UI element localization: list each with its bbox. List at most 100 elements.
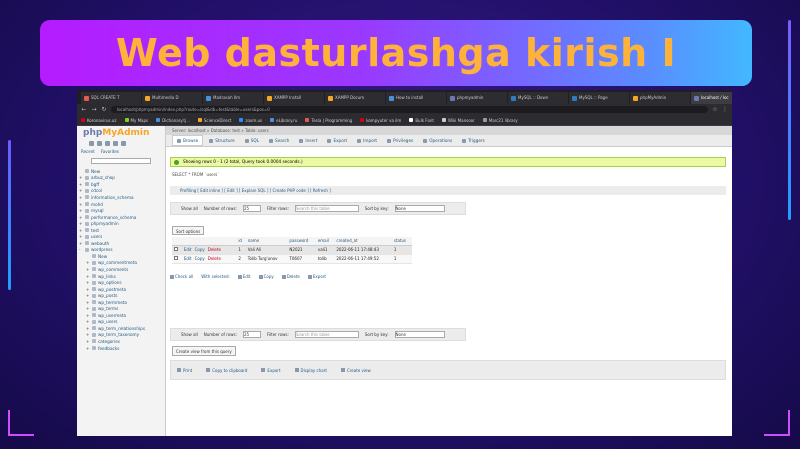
expand-icon[interactable]: + (86, 332, 90, 337)
bulk-action[interactable]: Copy (258, 274, 274, 279)
cell-name[interactable]: Vali Ali (245, 245, 288, 255)
browser-tab[interactable]: XAMPP Install (264, 92, 324, 104)
bookmark-item[interactable]: My Maps (124, 118, 148, 123)
cell-status[interactable]: 1 (391, 254, 412, 264)
bulk-action[interactable]: Export (307, 274, 326, 279)
column-header[interactable]: created_at (334, 237, 392, 246)
browser-tab[interactable]: MySQL :: Down (508, 92, 568, 104)
filter-input-bottom[interactable]: Search this table (294, 331, 359, 338)
sort-key-select[interactable]: None (394, 205, 445, 212)
expand-icon[interactable]: + (86, 293, 90, 298)
settings-icon[interactable] (113, 141, 118, 146)
expand-icon[interactable]: + (86, 326, 90, 331)
bookmark-item[interactable]: Dictionary.tj .. (156, 118, 190, 123)
browser-tab[interactable]: XAMPP Docum (325, 92, 385, 104)
expand-icon[interactable]: + (86, 260, 90, 265)
browser-tab[interactable]: MySQL :: Page (569, 92, 629, 104)
browser-tab[interactable]: phpMyAdmin (630, 92, 690, 104)
expand-icon[interactable]: + (79, 175, 83, 180)
column-header[interactable]: email (315, 237, 335, 246)
expand-icon[interactable]: + (79, 208, 83, 213)
edit-link[interactable]: Edit (184, 256, 192, 261)
cell-email[interactable]: tolib (315, 254, 335, 264)
browser-tab[interactable]: Multimedia D (142, 92, 202, 104)
cell-status[interactable]: 1 (391, 245, 412, 255)
expand-icon[interactable]: + (79, 215, 83, 220)
tab-import[interactable]: Import (353, 136, 381, 145)
column-header[interactable]: status (391, 237, 412, 246)
bookmark-item[interactable]: zoom.us (239, 118, 262, 123)
row-checkbox[interactable] (174, 247, 178, 251)
menu-icon[interactable]: ⋮ (722, 106, 728, 113)
tab-export[interactable]: Export (323, 136, 351, 145)
query-op-link[interactable]: Export (261, 368, 281, 373)
expand-icon[interactable]: + (79, 241, 83, 246)
expand-icon[interactable]: + (79, 202, 83, 207)
delete-link[interactable]: Delete (208, 256, 221, 261)
bookmark-item[interactable]: ScienceDirect (197, 118, 231, 123)
bookmark-item[interactable]: eLibrary.ru (270, 118, 297, 123)
delete-link[interactable]: Delete (208, 247, 221, 252)
tab-insert[interactable]: Insert (295, 136, 321, 145)
sort-key-select-bottom[interactable]: None (394, 331, 445, 338)
docs-icon[interactable] (105, 141, 110, 146)
sort-options-button[interactable]: Sort options (172, 226, 205, 235)
tab-privileges[interactable]: Privileges (383, 136, 417, 145)
expand-icon[interactable]: + (86, 339, 90, 344)
expand-icon[interactable]: + (79, 228, 83, 233)
cell-created_at[interactable]: 2022-06-11 17:49:52 (334, 254, 392, 264)
tab-search[interactable]: Search (265, 136, 293, 145)
row-checkbox[interactable] (174, 256, 178, 260)
expand-icon[interactable]: + (79, 188, 83, 193)
expand-icon[interactable]: + (79, 234, 83, 239)
browser-tab[interactable]: SQL CREATE T (81, 92, 141, 104)
cell-name[interactable]: Tolib Turg'unov (245, 254, 288, 264)
tab-triggers[interactable]: Triggers (458, 136, 489, 145)
create-view-button[interactable]: Create view from this query (172, 346, 236, 356)
browser-tab[interactable]: Madrasah Ilm (203, 92, 263, 104)
logout-icon[interactable] (97, 141, 102, 146)
navigation-filter[interactable] (91, 158, 151, 164)
expand-icon[interactable]: + (86, 280, 90, 285)
star-icon[interactable]: ☆ (712, 106, 718, 113)
bulk-action[interactable]: Delete (281, 274, 300, 279)
copy-link[interactable]: Copy (195, 247, 205, 252)
forward-icon[interactable]: → (91, 106, 97, 113)
expand-icon[interactable]: + (79, 221, 83, 226)
expand-icon[interactable]: + (79, 195, 83, 200)
query-op-link[interactable]: Display chart (294, 368, 327, 373)
bookmark-item[interactable]: kompyuter va ilm (360, 118, 401, 123)
cell-id[interactable]: 1 (236, 245, 246, 255)
query-op-link[interactable]: Copy to clipboard (206, 368, 247, 373)
expand-icon[interactable]: + (86, 319, 90, 324)
profiling-links[interactable]: Profiling [ Edit inline ] [ Edit ] [ Exp… (170, 186, 726, 195)
expand-icon[interactable]: + (86, 274, 90, 279)
expand-icon[interactable]: + (86, 287, 90, 292)
column-header[interactable]: password (287, 237, 316, 246)
tab-structure[interactable]: Structure (205, 136, 238, 145)
cell-password[interactable]: T0607 (287, 254, 316, 264)
expand-icon[interactable]: + (86, 306, 90, 311)
expand-icon[interactable]: + (86, 346, 90, 351)
pma-logo[interactable]: phpMyAdmin (77, 126, 165, 140)
query-op-link[interactable]: Print (177, 368, 192, 373)
favorites-tab[interactable]: Favorites (101, 149, 119, 154)
column-header[interactable]: name (245, 237, 288, 246)
tab-browse[interactable]: Browse (172, 135, 204, 146)
browser-tab[interactable]: phpmyadmin (447, 92, 507, 104)
browser-tab[interactable]: How to install (386, 92, 446, 104)
cell-password[interactable]: N2021 (287, 245, 316, 255)
rows-select[interactable]: 25 (242, 205, 261, 212)
recent-tab[interactable]: Recent (81, 149, 95, 154)
browser-tab[interactable]: localhost / loc (691, 92, 732, 104)
bookmark-item[interactable]: Koronavirus.uz (81, 118, 117, 123)
show-all-bottom[interactable]: Show all (181, 332, 198, 337)
cell-email[interactable]: vali1 (315, 245, 335, 255)
bookmark-item[interactable]: Marc21 library (482, 118, 518, 123)
tab-sql[interactable]: SQL (241, 136, 263, 145)
expand-icon[interactable]: + (86, 313, 90, 318)
cell-id[interactable]: 2 (236, 254, 246, 264)
bulk-action[interactable]: Edit (237, 274, 251, 279)
cell-created_at[interactable]: 2022-06-11 17:48:43 (334, 245, 392, 255)
expand-icon[interactable]: + (86, 300, 90, 305)
